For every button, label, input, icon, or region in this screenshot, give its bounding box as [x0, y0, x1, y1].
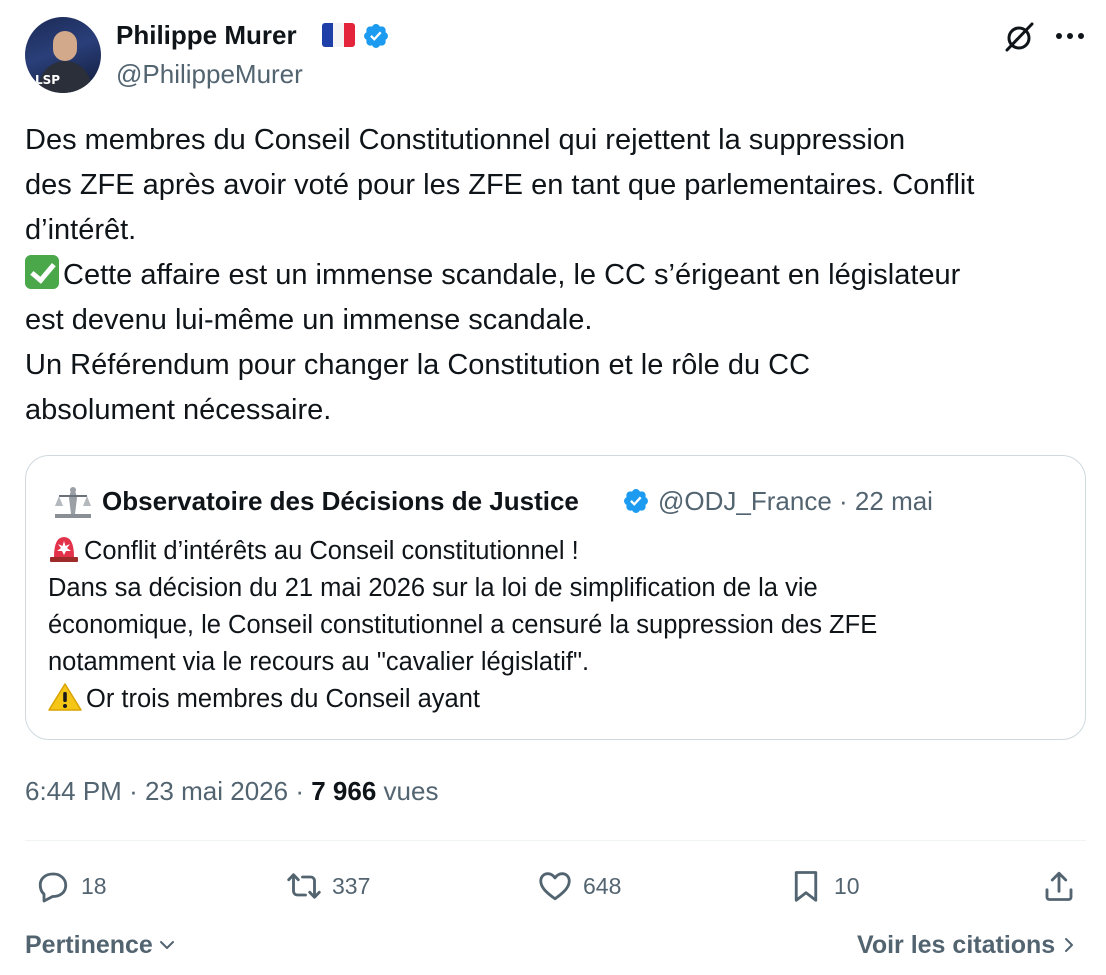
france-flag-icon [322, 23, 355, 47]
tweet-line: Cette affaire est un immense scandale, l… [63, 259, 961, 291]
chevron-down-icon [159, 941, 174, 949]
share-button[interactable] [1041, 866, 1077, 906]
reply-icon [38, 872, 68, 903]
quoted-handle[interactable]: @ODJ_France [658, 486, 832, 516]
tweet-text: Des membres du Conseil Constitutionnel q… [25, 118, 1095, 433]
bookmark-icon [794, 871, 818, 902]
quoted-line-text: Or trois membres du Conseil ayant [86, 685, 480, 713]
more-options-icon[interactable] [1055, 28, 1085, 44]
quoted-text: Conflit d’intérêts au Conseil constituti… [48, 533, 1068, 718]
views-label: vues [383, 776, 439, 806]
heart-icon [539, 872, 571, 901]
quoted-author-name[interactable]: Observatoire des Décisions de Justice [102, 484, 579, 518]
tweet-line: d’intérêt. [25, 214, 137, 246]
reply-count: 18 [81, 872, 107, 899]
repost-icon [287, 873, 321, 899]
views-count: 7 966 [311, 776, 377, 806]
meta-separator: · [839, 486, 848, 516]
view-quotes-link[interactable]: Voir les citations [857, 928, 1079, 962]
bookmark-button[interactable]: 10 [788, 866, 860, 906]
quoted-meta: @ODJ_France · 22 mai [658, 484, 933, 518]
sort-replies-dropdown[interactable]: Pertinence [25, 928, 177, 962]
author-handle[interactable]: @PhilippeMurer [116, 58, 303, 90]
like-count: 648 [583, 872, 622, 899]
tweet-time[interactable]: 6:44 PM [25, 776, 122, 806]
bookmark-count: 10 [834, 872, 860, 899]
sort-label: Pertinence [25, 931, 153, 959]
tweet-line: absolument nécessaire. [25, 394, 332, 426]
justice-statue-icon [55, 487, 91, 518]
share-icon [1045, 871, 1073, 901]
tweet-line: des ZFE après avoir voté pour les ZFE en… [25, 169, 975, 201]
tweet-line: est devenu lui-même un immense scandale. [25, 304, 593, 336]
like-button[interactable]: 648 [537, 866, 621, 906]
divider [25, 840, 1086, 841]
avatar-face [53, 31, 77, 61]
reply-button[interactable]: 18 [35, 866, 107, 906]
tweet-line: Des membres du Conseil Constitutionnel q… [25, 124, 906, 156]
avatar-logo-text: LSP [35, 73, 61, 87]
quoted-date[interactable]: 22 mai [855, 486, 933, 516]
quoted-line: notamment via le recours au "cavalier lé… [48, 648, 590, 676]
repost-button[interactable]: 337 [286, 866, 370, 906]
author-name[interactable]: Philippe Murer [116, 18, 297, 52]
tweet-date[interactable]: 23 mai 2026 [145, 776, 288, 806]
meta-separator: · [129, 776, 138, 806]
tweet-timestamp: 6:44 PM · 23 mai 2026 · 7 966 vues [25, 773, 438, 809]
check-mark-icon [25, 255, 59, 289]
verified-badge-icon [364, 24, 388, 48]
view-quotes-label: Voir les citations [857, 931, 1056, 959]
meta-separator: · [295, 776, 304, 806]
quoted-line: économique, le Conseil constitutionnel a… [48, 611, 878, 639]
quoted-line: Dans sa décision du 21 mai 2026 sur la l… [48, 574, 818, 602]
siren-icon [50, 537, 78, 562]
chevron-right-icon [1065, 938, 1074, 952]
warning-icon [48, 683, 82, 711]
quoted-tweet-card[interactable]: Observatoire des Décisions de Justice @O… [25, 455, 1086, 740]
quoted-line-text: Conflit d’intérêts au Conseil constituti… [84, 537, 579, 565]
quoted-line: Conflit d’intérêts au Conseil constituti… [48, 533, 1068, 570]
author-avatar[interactable]: LSP [25, 17, 101, 93]
verified-badge-icon [624, 489, 648, 513]
repost-count: 337 [332, 872, 371, 899]
tweet-line: Un Référendum pour changer la Constituti… [25, 349, 811, 381]
grok-icon[interactable] [1003, 21, 1035, 53]
quoted-line: Or trois membres du Conseil ayant [48, 681, 1068, 718]
